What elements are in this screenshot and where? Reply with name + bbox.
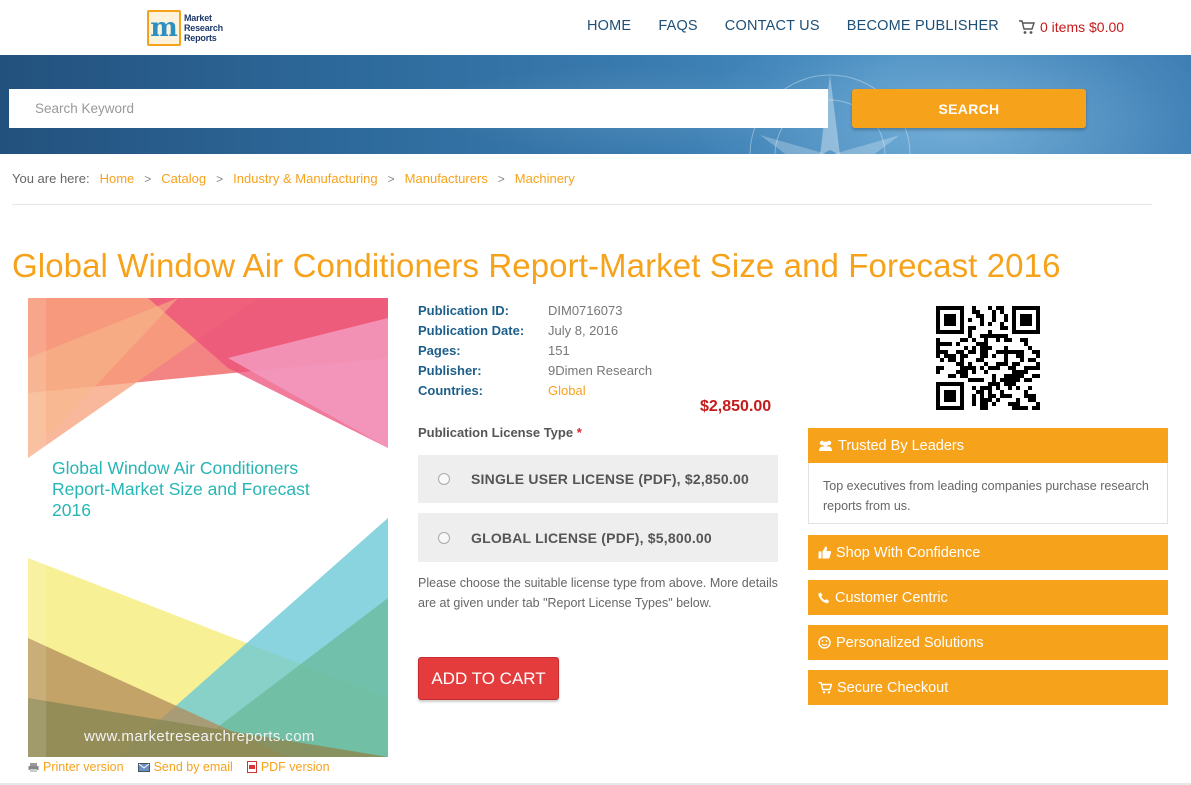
- cover-url: www.marketresearchreports.com: [84, 728, 315, 745]
- trusted-by-leaders-header: Trusted By Leaders: [808, 428, 1168, 463]
- nav-faqs[interactable]: FAQS: [658, 18, 697, 34]
- printer-version-link[interactable]: Printer version: [28, 760, 124, 774]
- search-button[interactable]: SEARCH: [852, 89, 1086, 128]
- breadcrumb-lead: You are here:: [12, 171, 90, 186]
- cart-icon: [1019, 19, 1035, 34]
- chevron-right-icon: >: [497, 171, 505, 186]
- license-note: Please choose the suitable license type …: [418, 576, 778, 610]
- phone-icon: [818, 592, 830, 604]
- countries-label: Countries:: [418, 382, 483, 398]
- cart-icon: [818, 681, 832, 694]
- report-cover-image: Global Window Air Conditioners Report-Ma…: [28, 298, 388, 757]
- secure-checkout-header[interactable]: Secure Checkout: [808, 670, 1168, 705]
- nav-become-publisher[interactable]: BECOME PUBLISHER: [847, 18, 999, 34]
- publication-id-label: Publication ID:: [418, 302, 509, 318]
- breadcrumb-industry[interactable]: Industry & Manufacturing: [233, 171, 378, 186]
- publisher-label: Publisher:: [418, 362, 482, 378]
- breadcrumb-catalog[interactable]: Catalog: [161, 171, 206, 186]
- cover-title: Global Window Air Conditioners Report-Ma…: [52, 458, 310, 520]
- divider: [12, 204, 1152, 205]
- personalized-solutions-header[interactable]: Personalized Solutions: [808, 625, 1168, 660]
- nav-home[interactable]: HOME: [587, 18, 631, 34]
- pages-label: Pages:: [418, 342, 461, 358]
- publication-id-value: DIM0716073: [548, 302, 623, 318]
- license-option-label: GLOBAL LICENSE (PDF), $5,800.00: [471, 529, 712, 546]
- license-option-label: SINGLE USER LICENSE (PDF), $2,850.00: [471, 471, 749, 487]
- pdf-icon: [246, 761, 257, 773]
- publication-date-value: July 8, 2016: [548, 322, 619, 338]
- pages-value: 151: [548, 342, 570, 358]
- license-type-label: Publication License Type *: [418, 425, 582, 440]
- top-bar: m Market Research Reports HOME FAQS CONT…: [0, 0, 1191, 55]
- publication-date-label: Publication Date:: [418, 322, 525, 338]
- logo-mark: m: [147, 10, 181, 46]
- email-icon: [137, 762, 150, 772]
- add-to-cart-button[interactable]: ADD TO CART: [418, 657, 559, 700]
- smile-icon: [818, 636, 831, 649]
- printer-icon: [28, 762, 39, 772]
- trusted-by-leaders-body: Top executives from leading companies pu…: [808, 463, 1168, 524]
- radio-button[interactable]: [438, 473, 450, 485]
- nav-contact-us[interactable]: CONTACT US: [725, 18, 820, 34]
- license-option-global[interactable]: GLOBAL LICENSE (PDF), $5,800.00: [418, 513, 778, 562]
- breadcrumb-manufacturers[interactable]: Manufacturers: [405, 171, 488, 186]
- price: $2,850.00: [700, 398, 772, 415]
- search-input[interactable]: [9, 89, 828, 128]
- breadcrumb: You are here: Home > Catalog > Industry …: [12, 171, 575, 186]
- cart-summary: 0 items $0.00: [1040, 19, 1125, 35]
- page-title: Global Window Air Conditioners Report-Ma…: [12, 247, 1061, 284]
- qr-code: [936, 306, 1040, 410]
- chevron-right-icon: >: [387, 171, 395, 186]
- radio-button[interactable]: [438, 531, 450, 544]
- breadcrumb-home[interactable]: Home: [100, 171, 135, 186]
- publisher-value: 9Dimen Research: [548, 362, 653, 378]
- chevron-right-icon: >: [144, 171, 152, 186]
- publication-details: Publication ID: DIM0716073 Publication Da…: [418, 300, 652, 400]
- chevron-right-icon: >: [216, 171, 224, 186]
- pdf-version-link[interactable]: PDF version: [246, 760, 330, 774]
- required-mark: *: [576, 425, 582, 440]
- logo-text: Market Research Reports: [184, 13, 223, 43]
- utility-links: Printer version Send by email PDF versio…: [28, 760, 344, 774]
- main-nav: HOME FAQS CONTACT US BECOME PUBLISHER: [587, 18, 1026, 34]
- countries-link[interactable]: Global: [548, 383, 586, 398]
- site-logo[interactable]: m Market Research Reports: [147, 8, 237, 48]
- customer-centric-header[interactable]: Customer Centric: [808, 580, 1168, 615]
- license-option-single-user[interactable]: SINGLE USER LICENSE (PDF), $2,850.00: [418, 455, 778, 503]
- users-icon: [818, 440, 833, 452]
- send-by-email-link[interactable]: Send by email: [137, 760, 233, 774]
- shop-with-confidence-header[interactable]: Shop With Confidence: [808, 535, 1168, 570]
- cart-link[interactable]: 0 items $0.00: [1018, 19, 1124, 35]
- breadcrumb-machinery[interactable]: Machinery: [515, 171, 575, 186]
- thumbs-up-icon: [818, 546, 831, 559]
